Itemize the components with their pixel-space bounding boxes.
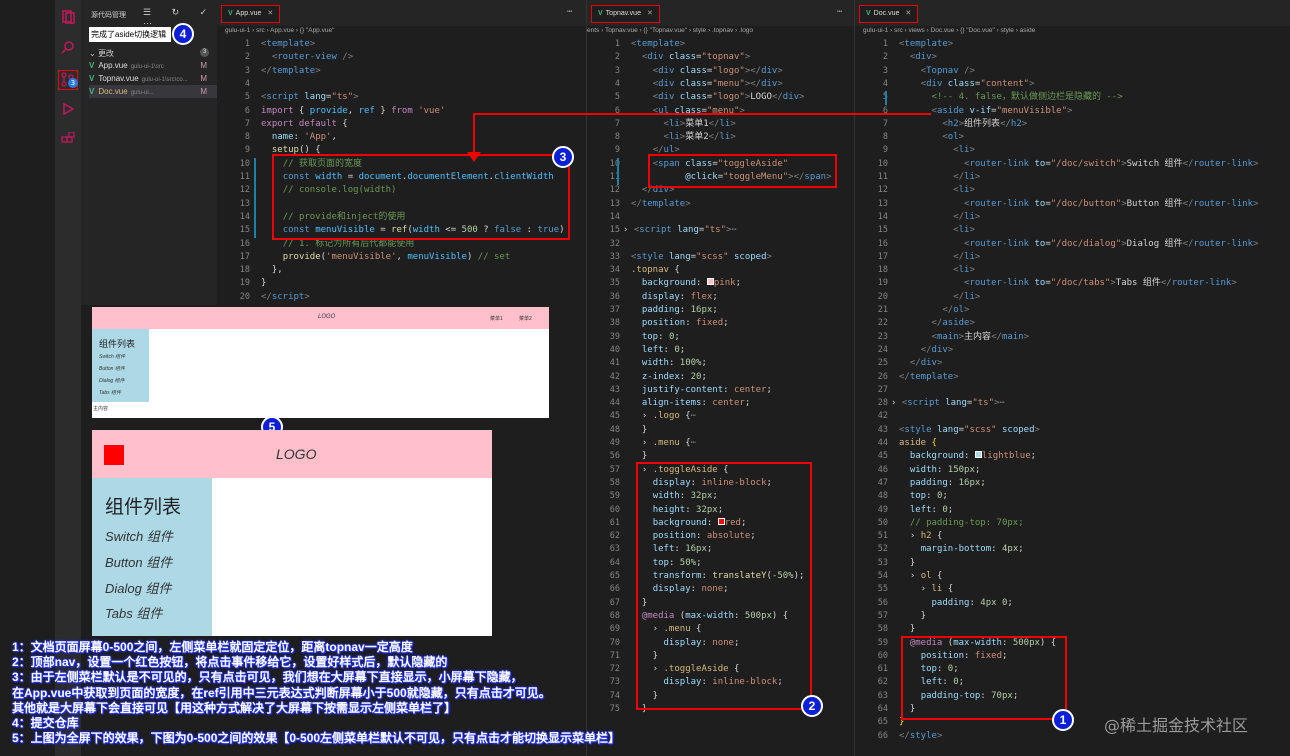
tab-app-vue[interactable]: V App.vue ✕ bbox=[221, 5, 281, 23]
preview-aside: 组件列表 Switch 组件 Button 组件 Dialog 组件 Tabs … bbox=[92, 329, 149, 402]
aside-link[interactable]: Tabs 组件 bbox=[99, 389, 121, 396]
aside-link[interactable]: Button 组件 bbox=[105, 552, 172, 571]
main-content: 主内容 bbox=[93, 406, 109, 412]
more-icon[interactable]: ⋯ bbox=[837, 7, 842, 17]
aside-link[interactable]: Tabs 组件 bbox=[105, 603, 162, 622]
tab-label: App.vue bbox=[235, 10, 262, 17]
aside-link[interactable]: Dialog 组件 bbox=[105, 578, 171, 597]
tab-bar: V Doc.vue ✕ bbox=[855, 0, 1290, 26]
changed-file[interactable]: V Topnav.vue gulu-ui-1\src\co... M bbox=[89, 72, 217, 85]
note-line: 3：由于左侧菜栏默认是不可见的，只有点击可见，我们想在大屏幕下直接显示，小屏幕下… bbox=[12, 670, 523, 685]
file-status: M bbox=[200, 87, 207, 96]
aside-link[interactable]: Switch 组件 bbox=[105, 526, 173, 545]
changes-badge: 3 bbox=[68, 78, 78, 88]
tab-bar: V App.vue ✕ ⋯ bbox=[217, 0, 586, 26]
aside-link[interactable]: Switch 组件 bbox=[99, 353, 125, 360]
file-status: M bbox=[200, 61, 207, 70]
vue-icon: V bbox=[89, 74, 95, 83]
note-line: 1：文档页面屏幕0-500之间，左侧菜单栏就固定定位，距离topnav一定高度 bbox=[12, 640, 413, 654]
file-path: gulu-ui... bbox=[130, 90, 154, 96]
vue-icon: V bbox=[598, 10, 603, 17]
aside-link[interactable]: Dialog 组件 bbox=[99, 377, 125, 384]
changes-count: 3 bbox=[200, 48, 209, 57]
logo: LOGO bbox=[276, 446, 317, 462]
vue-icon: V bbox=[89, 87, 95, 96]
close-icon[interactable]: ✕ bbox=[647, 10, 653, 17]
breadcrumb: gulu-ui-1 › src › App.vue › {} "App.vue" bbox=[225, 27, 335, 34]
changed-file[interactable]: V Doc.vue gulu-ui... M bbox=[89, 85, 217, 98]
note-line: 2：顶部nav，设置一个红色按钮，将点击事件移给它，设置好样式后，默认隐藏的 bbox=[12, 655, 448, 670]
preview-desktop: LOGO 菜单1 菜单2 组件列表 Switch 组件 Button 组件 Di… bbox=[92, 307, 549, 418]
marker-1: 1 bbox=[1052, 709, 1074, 731]
file-status: M bbox=[200, 74, 207, 83]
marker-3: 3 bbox=[552, 146, 574, 168]
changes-group[interactable]: ⌄ 更改 bbox=[89, 48, 114, 59]
marker-4: 4 bbox=[172, 23, 194, 45]
scm-title: 源代码管理 bbox=[91, 12, 126, 19]
breadcrumb: gulu-ui-1 › src › views › Doc.vue › {} "… bbox=[863, 27, 1036, 34]
aside-title: 组件列表 bbox=[99, 339, 136, 349]
file-path: gulu-ui-1\src\co... bbox=[141, 77, 188, 83]
close-icon[interactable]: ✕ bbox=[267, 10, 273, 17]
search-icon[interactable] bbox=[61, 40, 75, 54]
toggle-aside-button[interactable] bbox=[104, 445, 124, 465]
file-name: Doc.vue bbox=[98, 87, 128, 96]
tab-doc-vue[interactable]: V Doc.vue ✕ bbox=[859, 5, 919, 23]
note-line: 5：上图为全屏下的效果，下图为0-500之间的效果【0-500左侧菜单栏默认不可… bbox=[12, 731, 621, 746]
file-path: gulu-ui-1\src bbox=[130, 64, 164, 70]
vue-icon: V bbox=[866, 10, 871, 17]
changes-label: 更改 bbox=[97, 49, 114, 58]
note-line: 4：提交仓库 bbox=[12, 716, 79, 731]
annotation-notes: 1：文档页面屏幕0-500之间，左侧菜单栏就固定定位，距离topnav一定高度 … bbox=[12, 640, 620, 746]
changed-file[interactable]: V App.vue gulu-ui-1\src M bbox=[89, 59, 217, 72]
close-icon[interactable]: ✕ bbox=[905, 10, 911, 17]
commit-message-input[interactable]: 完成了aside切换逻辑 bbox=[89, 27, 171, 42]
preview-topnav: LOGO 菜单1 菜单2 bbox=[92, 307, 549, 329]
file-name: Topnav.vue bbox=[98, 74, 139, 83]
menu-item[interactable]: 菜单1 bbox=[490, 315, 503, 322]
run-debug-icon[interactable] bbox=[61, 102, 75, 116]
breadcrumb: ents › Topnav.vue › {} "Topnav.vue" › st… bbox=[587, 27, 754, 34]
preview-aside: 组件列表 Switch 组件 Button 组件 Dialog 组件 Tabs … bbox=[92, 478, 212, 636]
tab-bar: V Topnav.vue ✕ ⋯ bbox=[587, 0, 854, 26]
more-icon[interactable]: ⋯ bbox=[567, 7, 572, 17]
vue-icon: V bbox=[89, 61, 95, 70]
vue-icon: V bbox=[228, 10, 233, 17]
preview-topnav: LOGO bbox=[92, 430, 492, 478]
watermark: @稀土掘金技术社区 bbox=[1104, 716, 1249, 735]
note-line: 其他就是大屏幕下会直接可见【用这种方式解决了大屏幕下按需显示左侧菜单栏了】 bbox=[12, 700, 457, 715]
tab-label: Topnav.vue bbox=[605, 10, 641, 17]
logo: LOGO bbox=[318, 314, 336, 320]
explorer-icon[interactable] bbox=[61, 10, 75, 24]
file-name: App.vue bbox=[98, 61, 128, 70]
marker-2: 2 bbox=[801, 695, 823, 717]
source-control-panel: 源代码管理 ☰ ↻ ✓ ⋯ 完成了aside切换逻辑 ⌄ 更改 3 V App.v… bbox=[81, 0, 217, 305]
aside-link[interactable]: Button 组件 bbox=[99, 365, 125, 372]
tab-label: Doc.vue bbox=[873, 10, 900, 17]
preview-mobile: LOGO 组件列表 Switch 组件 Button 组件 Dialog 组件 … bbox=[92, 430, 492, 636]
menu-item[interactable]: 菜单2 bbox=[519, 315, 532, 322]
extensions-icon[interactable] bbox=[61, 131, 75, 146]
arrow-line bbox=[473, 113, 931, 115]
tab-topnav-vue[interactable]: V Topnav.vue ✕ bbox=[591, 5, 660, 23]
aside-title: 组件列表 bbox=[105, 497, 182, 518]
note-line: 在App.vue中获取到页面的宽度，在ref引用中三元表达式判断屏幕小于500就… bbox=[12, 685, 551, 700]
arrow-head-icon bbox=[467, 152, 481, 162]
